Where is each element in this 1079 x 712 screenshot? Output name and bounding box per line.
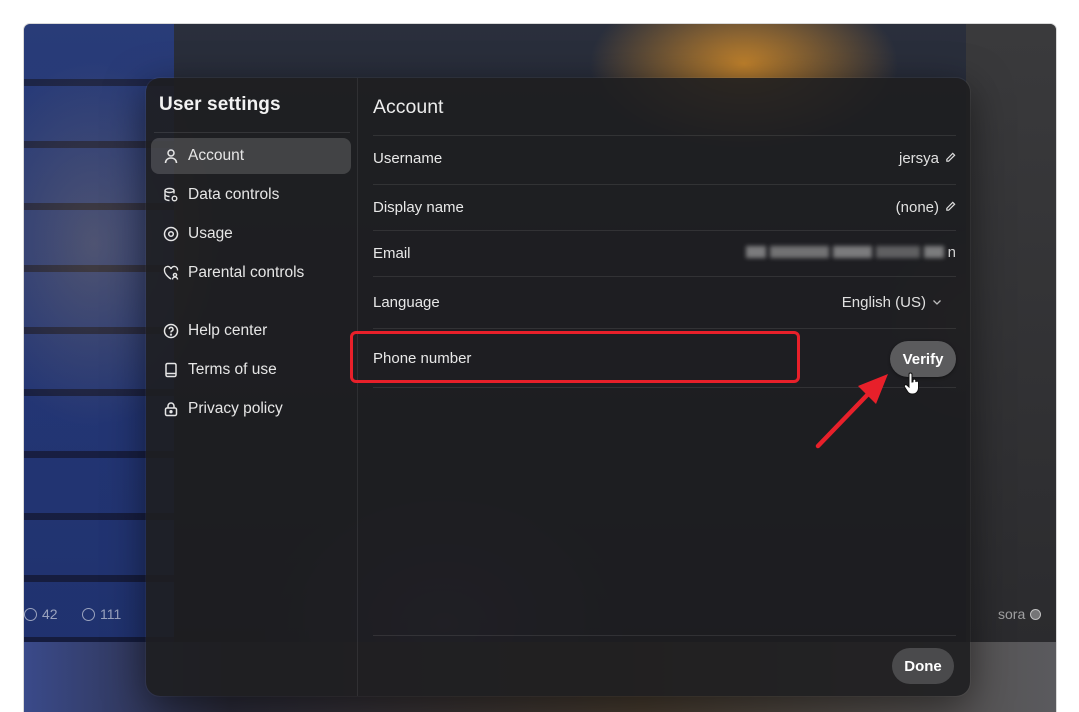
hand-cursor-icon <box>903 372 919 395</box>
annotation-highlight-box <box>350 331 800 383</box>
remix-icon <box>82 607 95 621</box>
email-label: Email <box>373 245 411 262</box>
sidebar-item-parental-controls[interactable]: Parental controls <box>151 255 351 291</box>
display-name-value[interactable]: (none) <box>896 199 956 216</box>
comment-icon <box>24 607 37 621</box>
sidebar-item-usage[interactable]: Usage <box>151 216 351 252</box>
sidebar-item-help-center[interactable]: Help center <box>151 313 351 349</box>
target-icon <box>163 226 179 242</box>
database-gear-icon <box>163 187 179 203</box>
book-icon <box>163 362 179 378</box>
language-row: Language English (US) <box>373 276 956 328</box>
lock-icon <box>163 401 179 417</box>
username-value[interactable]: jersya <box>899 150 956 167</box>
done-button[interactable]: Done <box>892 648 954 684</box>
page-title: Account <box>373 96 444 118</box>
heart-shield-icon <box>163 265 179 281</box>
chevron-down-icon <box>932 294 942 311</box>
background-remix-count: 111 <box>82 606 121 622</box>
help-circle-icon <box>163 323 179 339</box>
edit-username-icon[interactable] <box>945 150 956 167</box>
footer-divider <box>373 635 956 636</box>
person-icon <box>163 148 179 164</box>
sidebar-item-terms-of-use[interactable]: Terms of use <box>151 352 351 388</box>
settings-sidebar: User settings Account Data controls Usag… <box>146 78 358 696</box>
sidebar-item-privacy-policy[interactable]: Privacy policy <box>151 391 351 427</box>
sidebar-divider <box>154 132 350 133</box>
background-like-count: 42 <box>24 606 58 622</box>
sidebar-title: User settings <box>159 94 281 115</box>
language-select[interactable]: English (US) <box>842 294 942 311</box>
email-row: Email n <box>373 230 956 276</box>
edit-display-name-icon[interactable] <box>945 199 956 216</box>
username-label: Username <box>373 150 443 167</box>
sidebar-item-account[interactable]: Account <box>151 138 351 174</box>
email-value-redacted: n <box>745 240 956 264</box>
sidebar-item-data-controls[interactable]: Data controls <box>151 177 351 213</box>
username-row: Username jersya <box>373 135 956 181</box>
annotation-arrow-icon <box>815 374 888 449</box>
display-name-row: Display name (none) <box>373 184 956 230</box>
background-tile-right <box>966 24 1056 644</box>
language-label: Language <box>373 294 440 311</box>
display-name-label: Display name <box>373 199 464 216</box>
verified-icon <box>1030 608 1042 620</box>
background-watermark: sora <box>998 606 1042 622</box>
